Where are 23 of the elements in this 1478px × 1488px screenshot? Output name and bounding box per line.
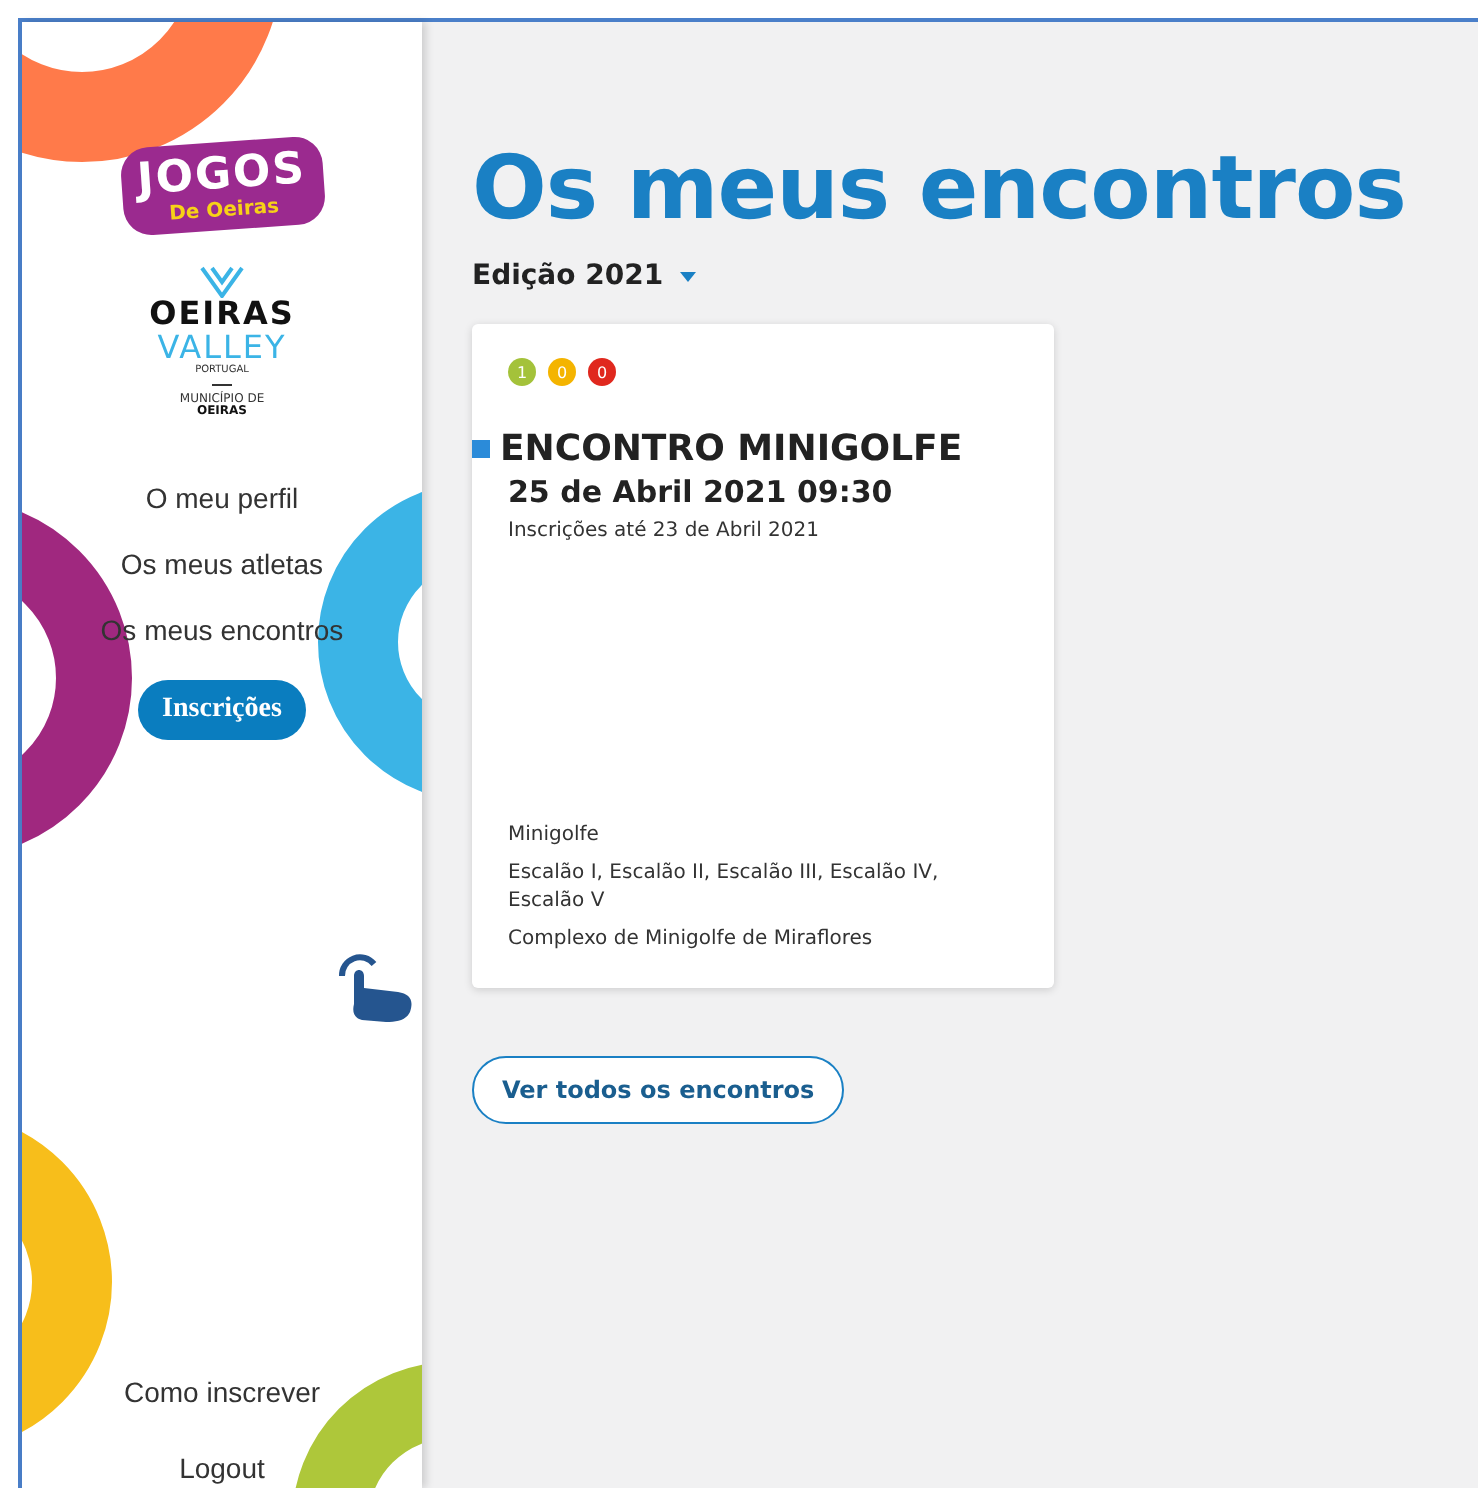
marker-icon bbox=[472, 440, 490, 458]
view-all-button[interactable]: Ver todos os encontros bbox=[472, 1056, 845, 1124]
caret-icon bbox=[679, 271, 696, 281]
nav-link[interactable]: Logout bbox=[179, 1452, 265, 1484]
logo-text: VALLEY bbox=[157, 331, 287, 366]
registration-deadline: Inscrições até 23 de Abril 2021 bbox=[508, 518, 821, 546]
v-logo-icon bbox=[200, 266, 244, 298]
count-badge: 0 bbox=[548, 358, 576, 386]
nav-link[interactable]: O meu perfil bbox=[145, 482, 299, 515]
event-card[interactable]: 1 0 0 ENCONTRO MINIGOLFE 25 de Abril 2021 09:30 Inscrições até 23 de Abril 2021 Minigolfe Escalão I, Escalão II, Escalão III, Escalão IV, Escalão V Complexo de Minigolfe de Miraflores bbox=[472, 324, 1054, 988]
logo-text: OEIRAS bbox=[149, 298, 295, 332]
edition-dropdown[interactable]: Edição 2021 bbox=[472, 260, 696, 292]
nav-link[interactable]: Os meus atletas bbox=[120, 548, 324, 581]
event-levels: Escalão I, Escalão II, Escalão III, Escalão IV, Escalão V bbox=[508, 859, 941, 916]
event-sport: Minigolfe bbox=[508, 822, 601, 850]
event-title: ENCONTRO MINIGOLFE bbox=[500, 428, 963, 470]
nav-link[interactable]: Inscrições bbox=[138, 680, 306, 741]
count-badge: 0 bbox=[588, 358, 616, 386]
page-title: Os meus encontros bbox=[472, 138, 1408, 240]
count-badge: 1 bbox=[508, 358, 536, 386]
nav-link[interactable]: Como inscrever bbox=[123, 1376, 321, 1408]
event-venue: Complexo de Minigolfe de Miraflores bbox=[508, 925, 875, 953]
event-datetime: 25 de Abril 2021 09:30 bbox=[508, 474, 895, 510]
